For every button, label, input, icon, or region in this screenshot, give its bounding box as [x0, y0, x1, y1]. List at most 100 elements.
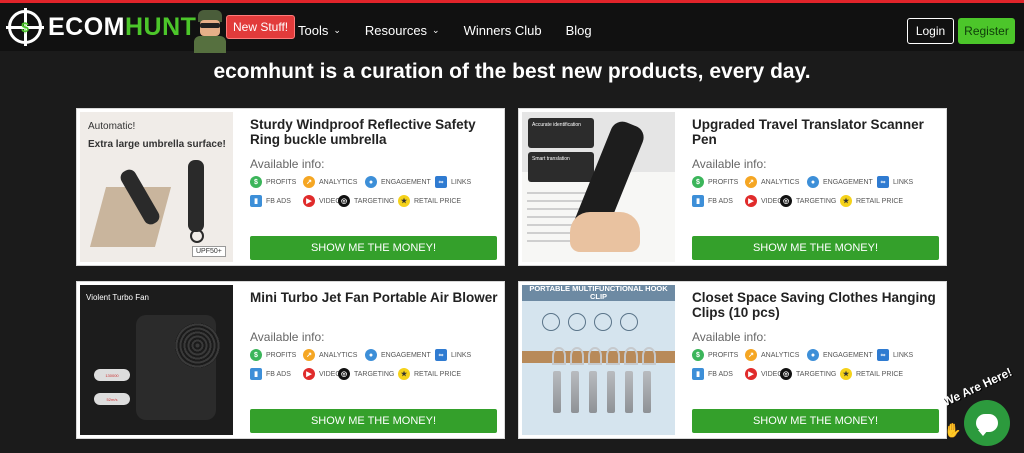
nav-blog-label: Blog — [565, 22, 592, 38]
logo[interactable]: $ ECOMHUNT — [6, 8, 196, 46]
logo-text-ecom: ECOM — [48, 12, 125, 41]
product-card: Accurate identification Smart translatio… — [518, 108, 947, 266]
nav-winners-club[interactable]: Winners Club — [464, 23, 542, 38]
image-caption: Smart translation — [532, 156, 570, 162]
wave-hand-icon: ✋ — [944, 422, 962, 438]
fb-ads-icon: ▮ — [692, 195, 704, 207]
tag-label: TARGETING — [796, 197, 837, 205]
register-button[interactable]: Register — [958, 18, 1015, 44]
navbar: $ ECOMHUNT New Stuff! Tools ⌄ Resources … — [0, 3, 1024, 54]
show-me-the-money-button[interactable]: SHOW ME THE MONEY! — [250, 236, 497, 260]
engagement-icon: ● — [365, 349, 377, 361]
dollar-icon: $ — [692, 349, 704, 361]
price-tag-icon: ★ — [398, 195, 410, 207]
fb-ads-icon: ▮ — [692, 368, 704, 380]
price-tag-icon: ★ — [840, 195, 852, 207]
available-info-label: Available info: — [250, 330, 325, 344]
info-tags: $ PROFITS ↗ ANALYTICS ● ENGAGEMENT ∞ LINKS ▮… — [692, 346, 942, 384]
price-tag-icon: ★ — [840, 368, 852, 380]
product-image-umbrella[interactable]: Automatic! Extra large umbrella surface!… — [80, 112, 233, 262]
fb-ads-icon: ▮ — [250, 368, 262, 380]
product-card: Automatic! Extra large umbrella surface!… — [76, 108, 505, 266]
available-info-label: Available info: — [692, 330, 767, 344]
product-image-turbo-fan[interactable]: Violent Turbo Fan 130000 52m/s — [80, 285, 233, 435]
tag-label: TARGETING — [354, 370, 395, 378]
tag-label: ANALYTICS — [761, 178, 800, 186]
image-caption: UPF50+ — [192, 246, 226, 257]
info-tags: $ PROFITS ↗ ANALYTICS ● ENGAGEMENT ∞ LINKS ▮… — [250, 346, 500, 384]
dollar-icon: $ — [250, 176, 262, 188]
image-caption: PORTABLE MULTIFUNCTIONAL HOOK CLIP — [522, 285, 675, 301]
tag-label: ANALYTICS — [319, 351, 358, 359]
tag-label: FB ADS — [708, 197, 733, 205]
link-icon: ∞ — [877, 349, 889, 361]
image-caption: 130000 — [94, 369, 130, 381]
nav-tools[interactable]: Tools ⌄ — [298, 23, 341, 38]
image-caption: Extra large umbrella surface! — [88, 139, 226, 150]
video-icon: ▶ — [745, 195, 757, 207]
targeting-icon: ◎ — [780, 195, 792, 207]
nav-resources-label: Resources — [364, 22, 428, 38]
tag-label: ENGAGEMENT — [381, 178, 431, 186]
show-me-the-money-button[interactable]: SHOW ME THE MONEY! — [692, 236, 939, 260]
tag-label: FB ADS — [708, 370, 733, 378]
mascot-icon — [190, 8, 228, 53]
analytics-icon: ↗ — [745, 349, 757, 361]
tag-label: TARGETING — [354, 197, 395, 205]
nav-blog[interactable]: Blog — [566, 23, 592, 38]
tag-label: PROFITS — [708, 351, 739, 359]
tag-label: FB ADS — [266, 370, 291, 378]
nav-resources[interactable]: Resources ⌄ — [365, 23, 440, 38]
logo-text-hunt: HUNT — [125, 12, 197, 41]
tag-label: LINKS — [451, 351, 472, 359]
product-title[interactable]: Upgraded Travel Translator Scanner Pen — [692, 117, 942, 147]
show-me-the-money-button[interactable]: SHOW ME THE MONEY! — [250, 409, 497, 433]
chat-bubble-icon — [976, 414, 998, 436]
video-icon: ▶ — [745, 368, 757, 380]
engagement-icon: ● — [807, 349, 819, 361]
show-me-the-money-button[interactable]: SHOW ME THE MONEY! — [692, 409, 939, 433]
dollar-icon: $ — [250, 349, 262, 361]
chat-button[interactable] — [964, 400, 1010, 446]
tag-label: RETAIL PRICE — [414, 370, 462, 378]
page-headline: ecomhunt is a curation of the best new p… — [213, 60, 811, 83]
image-caption: Automatic! — [88, 121, 136, 132]
image-caption: 52m/s — [94, 393, 130, 405]
analytics-icon: ↗ — [745, 176, 757, 188]
product-image-translator-pen[interactable]: Accurate identification Smart translatio… — [522, 112, 675, 262]
nav-winners-club-label: Winners Club — [463, 22, 542, 38]
product-title[interactable]: Mini Turbo Jet Fan Portable Air Blower — [250, 290, 500, 305]
login-button[interactable]: Login — [907, 18, 954, 44]
tag-label: ENGAGEMENT — [381, 351, 431, 359]
analytics-icon: ↗ — [303, 349, 315, 361]
tag-label: ENGAGEMENT — [823, 178, 873, 186]
product-title[interactable]: Sturdy Windproof Reflective Safety Ring … — [250, 117, 500, 147]
tag-label: LINKS — [451, 178, 472, 186]
tag-label: ANALYTICS — [761, 351, 800, 359]
link-icon: ∞ — [877, 176, 889, 188]
new-stuff-badge[interactable]: New Stuff! — [226, 15, 296, 39]
nav-tools-label: Tools — [298, 22, 329, 38]
product-card: Violent Turbo Fan 130000 52m/s Mini Turb… — [76, 281, 505, 439]
fb-ads-icon: ▮ — [250, 195, 262, 207]
logo-dollar: $ — [21, 19, 29, 35]
image-caption: Violent Turbo Fan — [86, 293, 150, 302]
info-tags: $ PROFITS ↗ ANALYTICS ● ENGAGEMENT ∞ LINKS ▮… — [250, 173, 500, 211]
engagement-icon: ● — [807, 176, 819, 188]
analytics-icon: ↗ — [303, 176, 315, 188]
available-info-label: Available info: — [692, 157, 767, 171]
tag-label: PROFITS — [266, 351, 297, 359]
dollar-icon: $ — [692, 176, 704, 188]
targeting-icon: ◎ — [780, 368, 792, 380]
product-image-hanging-clips[interactable]: PORTABLE MULTIFUNCTIONAL HOOK CLIP — [522, 285, 675, 435]
product-title[interactable]: Closet Space Saving Clothes Hanging Clip… — [692, 290, 942, 320]
chevron-down-icon: ⌄ — [333, 24, 341, 35]
logo-text: ECOMHUNT — [48, 13, 196, 42]
product-card: PORTABLE MULTIFUNCTIONAL HOOK CLIP Close… — [518, 281, 947, 439]
price-tag-icon: ★ — [398, 368, 410, 380]
available-info-label: Available info: — [250, 157, 325, 171]
tag-label: RETAIL PRICE — [856, 197, 904, 205]
chevron-down-icon: ⌄ — [432, 24, 440, 35]
tag-label: LINKS — [893, 178, 914, 186]
main-nav: Tools ⌄ Resources ⌄ Winners Club Blog — [298, 6, 592, 54]
